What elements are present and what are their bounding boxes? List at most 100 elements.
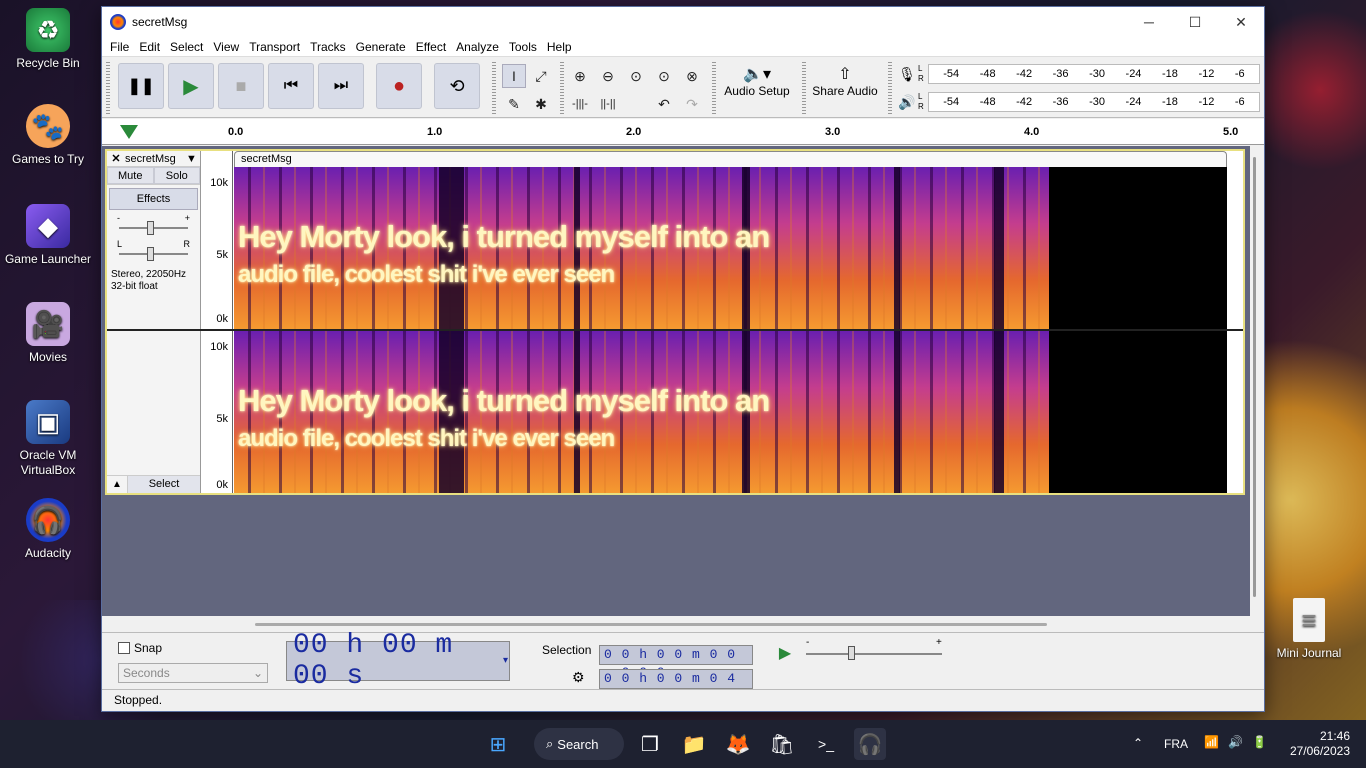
play-button[interactable]: ▶	[168, 63, 214, 109]
taskbar-search[interactable]: ⌕ Search	[534, 728, 624, 760]
maximize-button[interactable]: ☐	[1172, 7, 1218, 37]
time-display[interactable]: 00 h 00 m 00 s ▾	[286, 630, 510, 692]
slider-thumb[interactable]	[848, 646, 855, 660]
stop-button[interactable]: ■	[218, 63, 264, 109]
terminal-icon[interactable]: >_	[810, 728, 842, 760]
clock[interactable]: 21:46 27/06/2023	[1290, 729, 1350, 759]
audio-setup-button[interactable]: 🔈▾ Audio Setup	[720, 64, 794, 112]
gain-slider[interactable]: - +	[115, 213, 192, 237]
skip-end-button[interactable]: ⏭	[318, 63, 364, 109]
toolbar-grip[interactable]	[888, 62, 892, 114]
desktop-movies[interactable]: 🎥 Movies	[3, 302, 93, 365]
desktop-games-to-try[interactable]: 🐾 Games to Try	[3, 104, 93, 167]
menu-transport[interactable]: Transport	[245, 40, 306, 54]
playback-meter[interactable]: 🔊 LR -54 -48 -42 -36 -30 -24 -18 -12 -6	[896, 90, 1260, 114]
close-button[interactable]: ✕	[1218, 7, 1264, 37]
file-explorer-icon[interactable]: 📁	[678, 728, 710, 760]
skip-start-button[interactable]: ⏮	[268, 63, 314, 109]
select-track-button[interactable]: Select	[127, 476, 200, 493]
battery-icon[interactable]: 🔋	[1252, 735, 1267, 749]
selection-tool-button[interactable]: I	[502, 64, 526, 88]
toolbar-grip[interactable]	[712, 62, 716, 114]
checkbox-icon[interactable]	[118, 642, 130, 654]
collapse-icon[interactable]: ▲	[107, 476, 127, 493]
chevron-down-icon[interactable]: ▼	[186, 153, 200, 165]
menu-generate[interactable]: Generate	[352, 40, 412, 54]
snap-unit-select[interactable]: Seconds ⌄	[118, 663, 268, 683]
effects-button[interactable]: Effects	[109, 188, 198, 210]
play-head-icon[interactable]	[120, 125, 138, 139]
pause-button[interactable]: ❚❚	[118, 63, 164, 109]
undo-button[interactable]: ↶	[652, 92, 676, 116]
zoom-out-button[interactable]: ⊖	[596, 64, 620, 88]
toolbar-grip[interactable]	[492, 62, 496, 114]
menu-effect[interactable]: Effect	[412, 40, 452, 54]
menu-help[interactable]: Help	[543, 40, 578, 54]
menu-edit[interactable]: Edit	[135, 40, 166, 54]
desktop-mini-journal[interactable]: ≡ Mini Journal	[1264, 598, 1354, 661]
menu-analyze[interactable]: Analyze	[452, 40, 505, 54]
snap-checkbox[interactable]: Snap	[118, 641, 162, 655]
draw-tool-button[interactable]: ✎	[502, 92, 526, 116]
selection-start-field[interactable]: 0 0 h 0 0 m 0 0 . 0 0 0 s	[599, 645, 753, 680]
meter-tick: -6	[1234, 96, 1245, 108]
minimize-button[interactable]: ─	[1126, 7, 1172, 37]
chevron-down-icon[interactable]: ▾	[503, 655, 509, 667]
toolbar-grip[interactable]	[106, 62, 110, 114]
language-indicator[interactable]: FRA	[1164, 737, 1188, 751]
horizontal-scrollbar[interactable]	[255, 623, 1047, 626]
store-icon[interactable]: 🛍	[766, 728, 798, 760]
record-button[interactable]: ●	[376, 63, 422, 109]
desktop-game-launcher[interactable]: ◆ Game Launcher	[3, 204, 93, 267]
firefox-icon[interactable]: 🦊	[722, 728, 754, 760]
menu-view[interactable]: View	[209, 40, 245, 54]
audio-clip[interactable]: secretMsg Hey Morty look, i turned mysel…	[107, 151, 1243, 493]
multi-tool-button[interactable]: ✱	[529, 92, 553, 116]
mute-button[interactable]: Mute	[107, 167, 154, 184]
chevron-up-icon[interactable]: ⌃	[1133, 736, 1143, 750]
playback-meter-scale[interactable]: -54 -48 -42 -36 -30 -24 -18 -12 -6	[928, 92, 1260, 112]
record-meter[interactable]: 🎙 LR -54 -48 -42 -36 -30 -24 -18 -12 -6	[896, 62, 1260, 86]
menu-select[interactable]: Select	[166, 40, 209, 54]
windows-start-icon[interactable]: ⊞	[482, 728, 514, 760]
loop-button[interactable]: ⟲	[434, 63, 480, 109]
volume-icon[interactable]: 🔊	[1228, 735, 1243, 749]
desktop-recycle-bin[interactable]: ♻ Recycle Bin	[3, 8, 93, 71]
redo-button[interactable]: ↷	[680, 92, 704, 116]
menu-tracks[interactable]: Tracks	[306, 40, 352, 54]
pan-slider[interactable]: L R	[115, 239, 192, 263]
wifi-icon[interactable]: 📶	[1204, 735, 1219, 749]
desktop-virtualbox[interactable]: ▣ Oracle VM VirtualBox	[3, 400, 93, 478]
close-track-icon[interactable]: ✕	[107, 152, 125, 165]
record-meter-scale[interactable]: -54 -48 -42 -36 -30 -24 -18 -12 -6	[928, 64, 1260, 84]
envelope-tool-button[interactable]: ⤢	[529, 64, 553, 88]
desktop-audacity[interactable]: 🎧 Audacity	[3, 498, 93, 561]
clip-title[interactable]: secretMsg	[234, 151, 1227, 167]
task-view-icon[interactable]: ❐	[634, 728, 666, 760]
solo-button[interactable]: Solo	[153, 167, 200, 184]
gear-icon[interactable]: ⚙	[572, 669, 585, 686]
menu-file[interactable]: File	[106, 40, 135, 54]
play-at-speed-button[interactable]: ▶	[772, 641, 798, 665]
vertical-scrollbar[interactable]	[1253, 157, 1256, 597]
spectrogram-left-channel[interactable]: Hey Morty look, i turned myself into an …	[234, 167, 1227, 329]
silence-audio-button[interactable]: ||-||	[596, 92, 620, 116]
zoom-toggle-button[interactable]: ⊗	[680, 64, 704, 88]
slider-thumb[interactable]	[147, 221, 154, 235]
fit-project-button[interactable]: ⊙	[652, 64, 676, 88]
audio-track[interactable]: ✕ secretMsg ▼ Mute Solo Effects - + L R …	[105, 149, 1245, 495]
trim-audio-button[interactable]: -|||-	[568, 92, 592, 116]
audacity-taskbar-icon[interactable]: 🎧	[854, 728, 886, 760]
track-name[interactable]: secretMsg	[125, 153, 186, 165]
share-audio-button[interactable]: ⇧ Share Audio	[808, 64, 882, 112]
selection-end-field[interactable]: 0 0 h 0 0 m 0 4 . 9 9 3 s	[599, 669, 753, 704]
menu-tools[interactable]: Tools	[505, 40, 543, 54]
toolbar-grip[interactable]	[802, 62, 806, 114]
playback-speed-slider[interactable]	[806, 646, 942, 660]
zoom-in-button[interactable]: ⊕	[568, 64, 592, 88]
slider-thumb[interactable]	[147, 247, 154, 261]
spectrogram-right-channel[interactable]: Hey Morty look, i turned myself into an …	[234, 331, 1227, 493]
toolbar-grip[interactable]	[560, 62, 564, 114]
fit-selection-button[interactable]: ⊙	[624, 64, 648, 88]
timeline-ruler[interactable]: 0.0 1.0 2.0 3.0 4.0 5.0	[102, 119, 1264, 145]
